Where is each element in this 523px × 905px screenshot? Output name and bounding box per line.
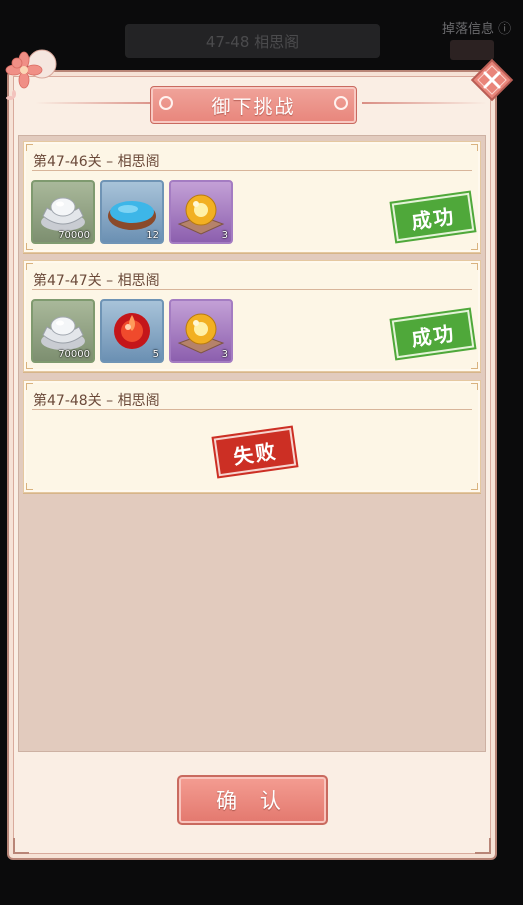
reward-item-blue-powder[interactable]: 12 (100, 180, 164, 244)
stage-title: 第47-48关 – 相思阁 (33, 393, 160, 409)
item-quantity: 12 (146, 230, 159, 241)
result-stamp-success: 成功 (391, 192, 475, 242)
item-quantity: 3 (221, 230, 228, 241)
reward-item-red-orb[interactable]: 5 (100, 299, 164, 363)
background-badge (450, 40, 494, 60)
divider (32, 409, 472, 410)
divider (32, 289, 472, 290)
title-divider-right (362, 102, 487, 104)
stage-result-card: 第47-46关 – 相思阁 70000 12 3 成功 (23, 141, 481, 253)
confirm-button[interactable]: 确 认 (177, 775, 328, 825)
reward-item-silver[interactable]: 70000 (31, 299, 95, 363)
banner-ornament-icon (159, 96, 173, 110)
item-quantity: 70000 (58, 349, 90, 360)
stage-result-card: 第47-47关 – 相思阁 70000 5 3 成功 (23, 260, 481, 372)
item-quantity: 3 (221, 349, 228, 360)
item-quantity: 70000 (58, 230, 90, 241)
title-banner: 御下挑战 (150, 86, 357, 124)
dialog-title: 御下挑战 (211, 95, 296, 118)
flower-decoration-icon (5, 49, 57, 100)
reward-item-golden-orb[interactable]: 3 (169, 180, 233, 244)
result-stamp-success: 成功 (391, 309, 475, 359)
background-drop-info: 掉落信息 ⓘ (442, 22, 512, 37)
title-divider-left (35, 102, 160, 104)
reward-item-silver[interactable]: 70000 (31, 180, 95, 244)
divider (32, 170, 472, 171)
frame-corner (13, 838, 29, 854)
stage-title: 第47-46关 – 相思阁 (33, 154, 160, 170)
background-stage-bar: 47-48 相思阁 (125, 24, 380, 58)
result-stamp-fail: 失败 (213, 427, 297, 477)
banner-ornament-icon (334, 96, 348, 110)
item-quantity: 5 (152, 349, 159, 360)
stage-result-card: 第47-48关 – 相思阁 失败 (23, 380, 481, 493)
frame-corner (475, 838, 491, 854)
stage-title: 第47-47关 – 相思阁 (33, 273, 160, 289)
reward-item-golden-orb[interactable]: 3 (169, 299, 233, 363)
close-icon[interactable] (470, 58, 514, 102)
